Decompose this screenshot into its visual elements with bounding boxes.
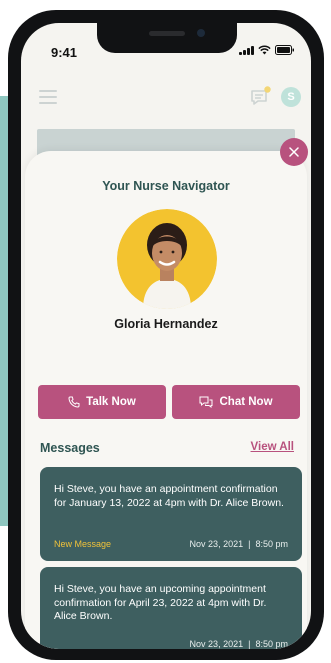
separator: | [245,539,253,549]
close-button[interactable] [280,138,308,166]
new-message-badge: New Message [54,539,112,549]
speaker [149,31,185,36]
user-avatar[interactable]: S [281,87,301,107]
phone-icon [68,396,80,408]
chat-now-button[interactable]: Chat Now [172,385,300,419]
camera [197,29,205,37]
message-time: 8:50 pm [255,539,288,549]
chat-icon [199,396,213,408]
message-card[interactable]: Hi Steve, you have an appointment confir… [40,467,302,561]
app-bar: S [21,79,311,119]
message-timestamp: Nov 23, 2021 | 8:50 pm [190,539,288,549]
status-icons [239,45,295,55]
chat-bubble-icon[interactable] [249,85,273,109]
message-card[interactable]: Hi Steve, you have an upcoming appointme… [40,567,302,649]
nurse-name: Gloria Hernandez [114,317,218,331]
talk-now-label: Talk Now [86,396,136,408]
battery-icon [275,45,294,55]
hamburger-icon[interactable] [39,90,57,104]
nurse-navigator-sheet: Your Nurse Navigator Gloria Hernandez Ta… [25,151,307,649]
message-date: Nov 23, 2021 [189,639,244,649]
sheet-title: Your Nurse Navigator [102,179,230,193]
wifi-icon [258,45,271,55]
nurse-portrait [117,209,217,309]
message-time: 8:50 pm [255,639,288,649]
message-text: Hi Steve, you have an upcoming appointme… [54,583,267,622]
notch [97,23,237,53]
message-date: Nov 23, 2021 [189,539,244,549]
message-text: Hi Steve, you have an appointment confir… [54,483,284,509]
chat-now-label: Chat Now [219,396,273,408]
view-all-link[interactable]: View All [251,441,294,453]
phone-frame: 9:41 S Your Nurse Navigator Gloria Herna… [8,10,324,660]
talk-now-button[interactable]: Talk Now [38,385,166,419]
messages-heading: Messages [40,441,100,455]
signal-icon [239,45,254,55]
status-time: 9:41 [51,45,78,60]
separator: | [245,639,253,649]
message-timestamp: Nov 23, 2021 | 8:50 pm [190,639,288,649]
close-icon [289,147,299,157]
screen: 9:41 S Your Nurse Navigator Gloria Herna… [21,23,311,649]
